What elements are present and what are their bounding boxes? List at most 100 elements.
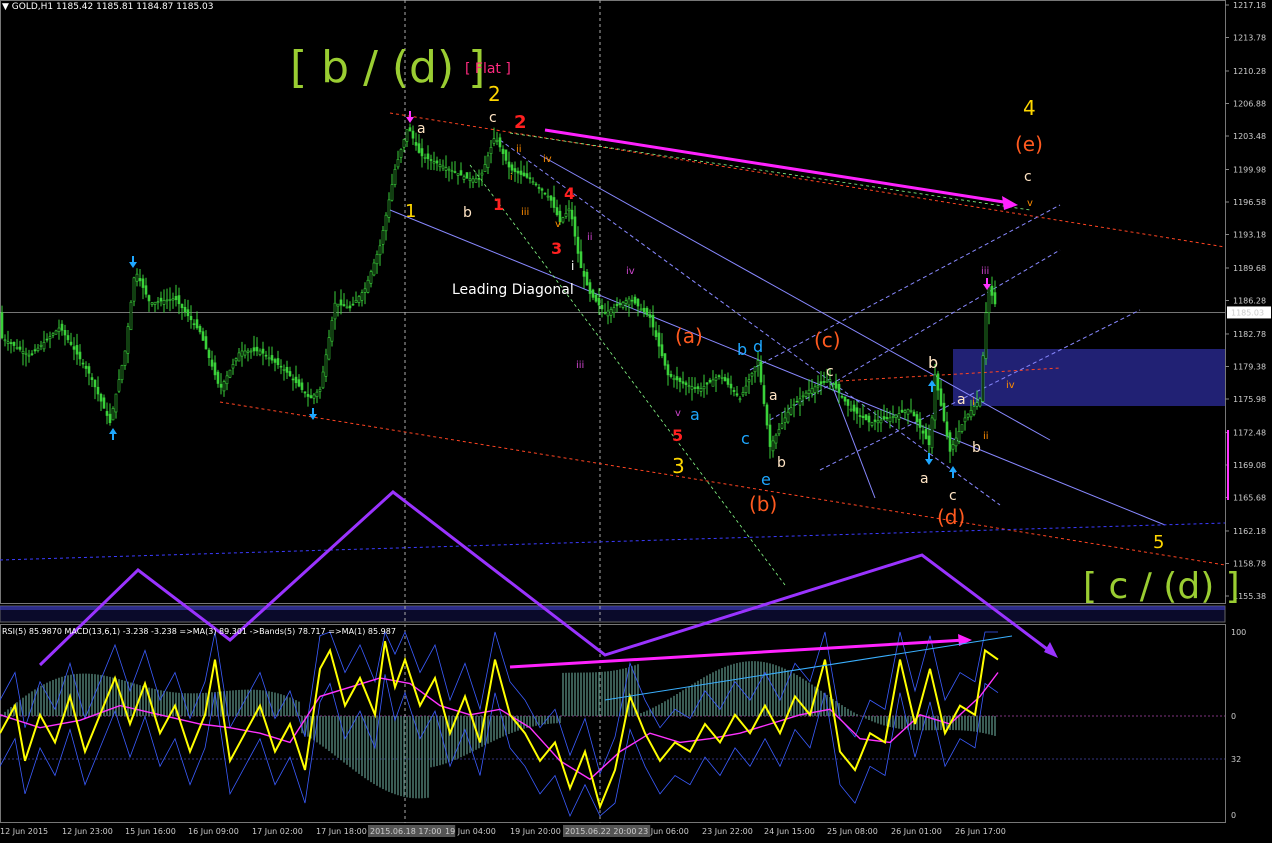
candle-body	[534, 183, 538, 186]
candle-body	[756, 360, 760, 366]
price-tick-label: 1169.08	[1233, 461, 1266, 470]
candle-body	[600, 305, 604, 310]
candle-body	[81, 362, 85, 365]
candle-body	[867, 415, 871, 423]
candle-body	[666, 364, 670, 376]
candle-body	[141, 278, 145, 288]
candle-body	[516, 170, 520, 174]
candle-body	[21, 351, 25, 354]
candle-body	[387, 199, 391, 218]
price-tick-label: 1203.48	[1233, 132, 1266, 141]
candle-body	[510, 164, 514, 171]
candle-body	[309, 395, 313, 399]
candle-body	[921, 430, 925, 434]
wave-label: 3	[672, 454, 685, 478]
candle-body	[681, 381, 685, 384]
candle-body	[741, 392, 745, 396]
wave-label: v	[1027, 198, 1033, 209]
candle-body	[174, 296, 178, 301]
candle-body	[735, 393, 739, 396]
candle-body	[234, 358, 238, 362]
candle-body	[621, 302, 625, 308]
candle-body	[72, 346, 76, 350]
candle-body	[804, 392, 808, 397]
candle-body	[603, 312, 607, 314]
candle-body	[177, 295, 181, 305]
candle-body	[933, 374, 937, 421]
candle-body	[207, 349, 211, 358]
wave-label: i	[972, 397, 975, 408]
candle-body	[606, 310, 610, 317]
candle-body	[165, 299, 169, 302]
candle-body	[6, 341, 10, 344]
wave-label: 3	[551, 239, 562, 258]
candle-body	[483, 164, 487, 172]
down-arrow-icon	[309, 408, 317, 420]
candle-body	[270, 355, 274, 361]
candle-body	[480, 172, 484, 176]
candle-body	[714, 377, 718, 381]
candle-body	[78, 351, 82, 360]
candle-body	[363, 288, 367, 293]
candle-body	[90, 377, 94, 380]
candle-body	[345, 306, 349, 309]
candle-body	[306, 394, 310, 397]
wave-label: c	[826, 364, 834, 380]
candle-body	[630, 299, 634, 302]
candle-body	[99, 393, 103, 402]
candle-body	[690, 386, 694, 390]
candle-body	[189, 315, 193, 321]
candle-body	[414, 142, 418, 146]
candle-body	[75, 345, 79, 355]
candle-body	[261, 348, 265, 354]
candle-body	[747, 379, 751, 383]
candle-body	[375, 254, 379, 265]
candle-body	[123, 350, 127, 366]
wave-label: Leading Diagonal	[452, 282, 574, 298]
candle-body	[615, 303, 619, 307]
candle-body	[12, 342, 16, 346]
candle-body	[936, 373, 940, 391]
candle-body	[102, 397, 106, 409]
chart-window[interactable]: 1217.18 1213.78 1210.28 1206.88 1203.48 1199.…	[0, 0, 1272, 843]
candle-body	[420, 148, 424, 157]
candle-body	[522, 172, 526, 177]
candle-body	[84, 365, 88, 369]
candle-body	[201, 331, 205, 341]
wave-label: a	[920, 471, 929, 487]
price-tick-label: 1196.58	[1233, 198, 1266, 207]
time-tick-label: 16 Jun 09:00	[188, 827, 239, 836]
wave-label: 4	[564, 184, 575, 203]
wave-label: b	[972, 440, 981, 456]
wave-label: ii	[587, 232, 593, 243]
wave-label: c	[489, 110, 497, 126]
price-tick-label: 1206.88	[1233, 100, 1266, 109]
candle-body	[132, 277, 136, 302]
candle-body	[918, 418, 922, 428]
candle-body	[60, 323, 64, 331]
candle-body	[795, 400, 799, 403]
chart-canvas[interactable]: 1217.18 1213.78 1210.28 1206.88 1203.48 1199.…	[0, 0, 1272, 843]
candle-body	[393, 168, 397, 185]
candle-body	[723, 377, 727, 382]
candle-body	[411, 130, 415, 139]
candle-body	[426, 153, 430, 160]
candle-body	[891, 416, 895, 418]
candle-body	[513, 168, 517, 172]
candle-body	[762, 385, 766, 404]
candle-body	[192, 323, 196, 325]
candle-body	[765, 404, 769, 426]
candle-body	[930, 417, 934, 449]
candle-body	[339, 299, 343, 306]
candle-body	[501, 148, 505, 154]
candle-body	[18, 346, 22, 350]
candle-body	[567, 208, 571, 212]
candle-body	[525, 173, 529, 178]
candle-body	[315, 391, 319, 397]
dropdown-triangle-icon[interactable]: ▼	[2, 2, 9, 12]
candle-body	[417, 143, 421, 153]
candle-body	[93, 379, 97, 388]
magenta-trend-arrow	[544, 128, 1011, 205]
candle-body	[249, 350, 253, 353]
symbol-header: ▼ GOLD,H1 1185.42 1185.81 1184.87 1185.0…	[2, 2, 213, 12]
